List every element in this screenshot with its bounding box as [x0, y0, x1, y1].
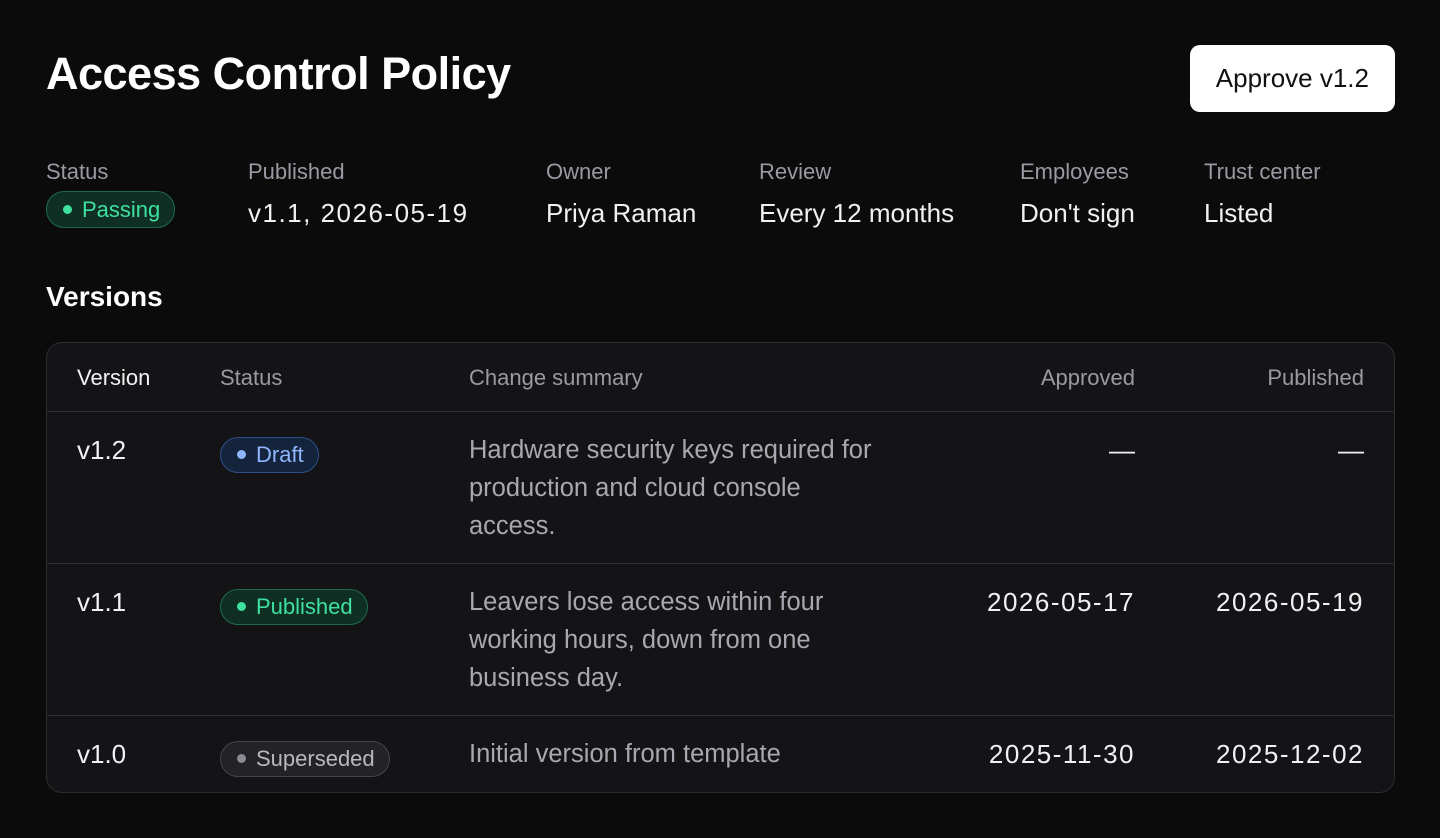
column-header-version: Version [77, 365, 151, 390]
status-cell: Superseded [220, 735, 390, 777]
meta-trust-center-value: Listed [1204, 198, 1274, 228]
summary-cell: Leavers lose access within four working … [469, 588, 824, 692]
meta-review-label: Review [759, 159, 832, 184]
column-header-published: Published [1267, 365, 1364, 390]
version-cell: v1.2 [77, 435, 127, 465]
status-dot-icon [237, 602, 246, 611]
table-row[interactable]: v1.0 Superseded Initial version from tem… [47, 716, 1394, 792]
status-badge-text: Passing [82, 196, 161, 222]
meta-owner-label: Owner [546, 159, 611, 184]
page-header: Access Control Policy Approve v1.2 [46, 44, 1395, 112]
meta-trust-center: Trust center Listed [1204, 158, 1321, 230]
status-badge-text: Draft [256, 441, 304, 467]
approved-cell: 2026-05-17 [987, 587, 1135, 617]
versions-heading: Versions [46, 281, 163, 312]
meta-review: Review Every 12 months [759, 158, 954, 230]
meta-status: Status Passing [46, 158, 176, 228]
column-header-status: Status [220, 365, 283, 390]
status-badge-text: Published [256, 593, 353, 619]
page-title: Access Control Policy [46, 48, 511, 99]
summary-cell: Hardware security keys required for prod… [469, 436, 872, 540]
status-dot-icon [237, 754, 246, 763]
column-header-approved: Approved [1040, 365, 1135, 390]
status-cell: Draft [220, 431, 319, 473]
status-badge-superseded: Superseded [220, 740, 390, 777]
summary-cell: Initial version from template [469, 740, 781, 768]
approved-cell: — [1109, 435, 1135, 465]
status-badge-draft: Draft [220, 436, 319, 473]
status-cell: Published [220, 583, 368, 625]
table-header-row: Version Status Change summary Approved P… [47, 343, 1394, 412]
policy-page: Access Control Policy Approve v1.2 Statu… [0, 0, 1440, 838]
table-row[interactable]: v1.2 Draft Hardware security keys requir… [47, 412, 1394, 564]
status-badge-passing: Passing [46, 191, 176, 228]
meta-owner-value: Priya Raman [546, 198, 697, 228]
status-dot-icon [237, 450, 246, 459]
meta-published-label: Published [248, 159, 345, 184]
meta-employees: Employees Don't sign [1020, 158, 1135, 230]
versions-table: Version Status Change summary Approved P… [46, 342, 1395, 793]
status-badge-published: Published [220, 588, 368, 625]
approved-cell: 2025-11-30 [988, 739, 1135, 769]
status-dot-icon [63, 205, 72, 214]
version-cell: v1.0 [77, 739, 127, 769]
meta-employees-label: Employees [1020, 159, 1129, 184]
meta-review-value: Every 12 months [759, 198, 955, 228]
published-cell: 2026-05-19 [1216, 587, 1364, 617]
meta-published-value: v1.1, 2026-05-19 [248, 198, 469, 228]
meta-owner: Owner Priya Raman [546, 158, 696, 230]
approve-version-button[interactable]: Approve v1.2 [1189, 45, 1395, 112]
table-row[interactable]: v1.1 Published Leavers lose access withi… [47, 564, 1394, 716]
meta-status-label: Status [46, 159, 109, 184]
published-cell: 2025-12-02 [1216, 739, 1364, 769]
meta-trust-center-label: Trust center [1204, 159, 1321, 184]
status-badge-text: Superseded [256, 745, 375, 771]
column-header-summary: Change summary [469, 365, 643, 390]
meta-published: Published v1.1, 2026-05-19 [248, 158, 469, 230]
published-cell: — [1338, 435, 1364, 465]
version-cell: v1.1 [77, 587, 127, 617]
meta-employees-value: Don't sign [1020, 198, 1135, 228]
